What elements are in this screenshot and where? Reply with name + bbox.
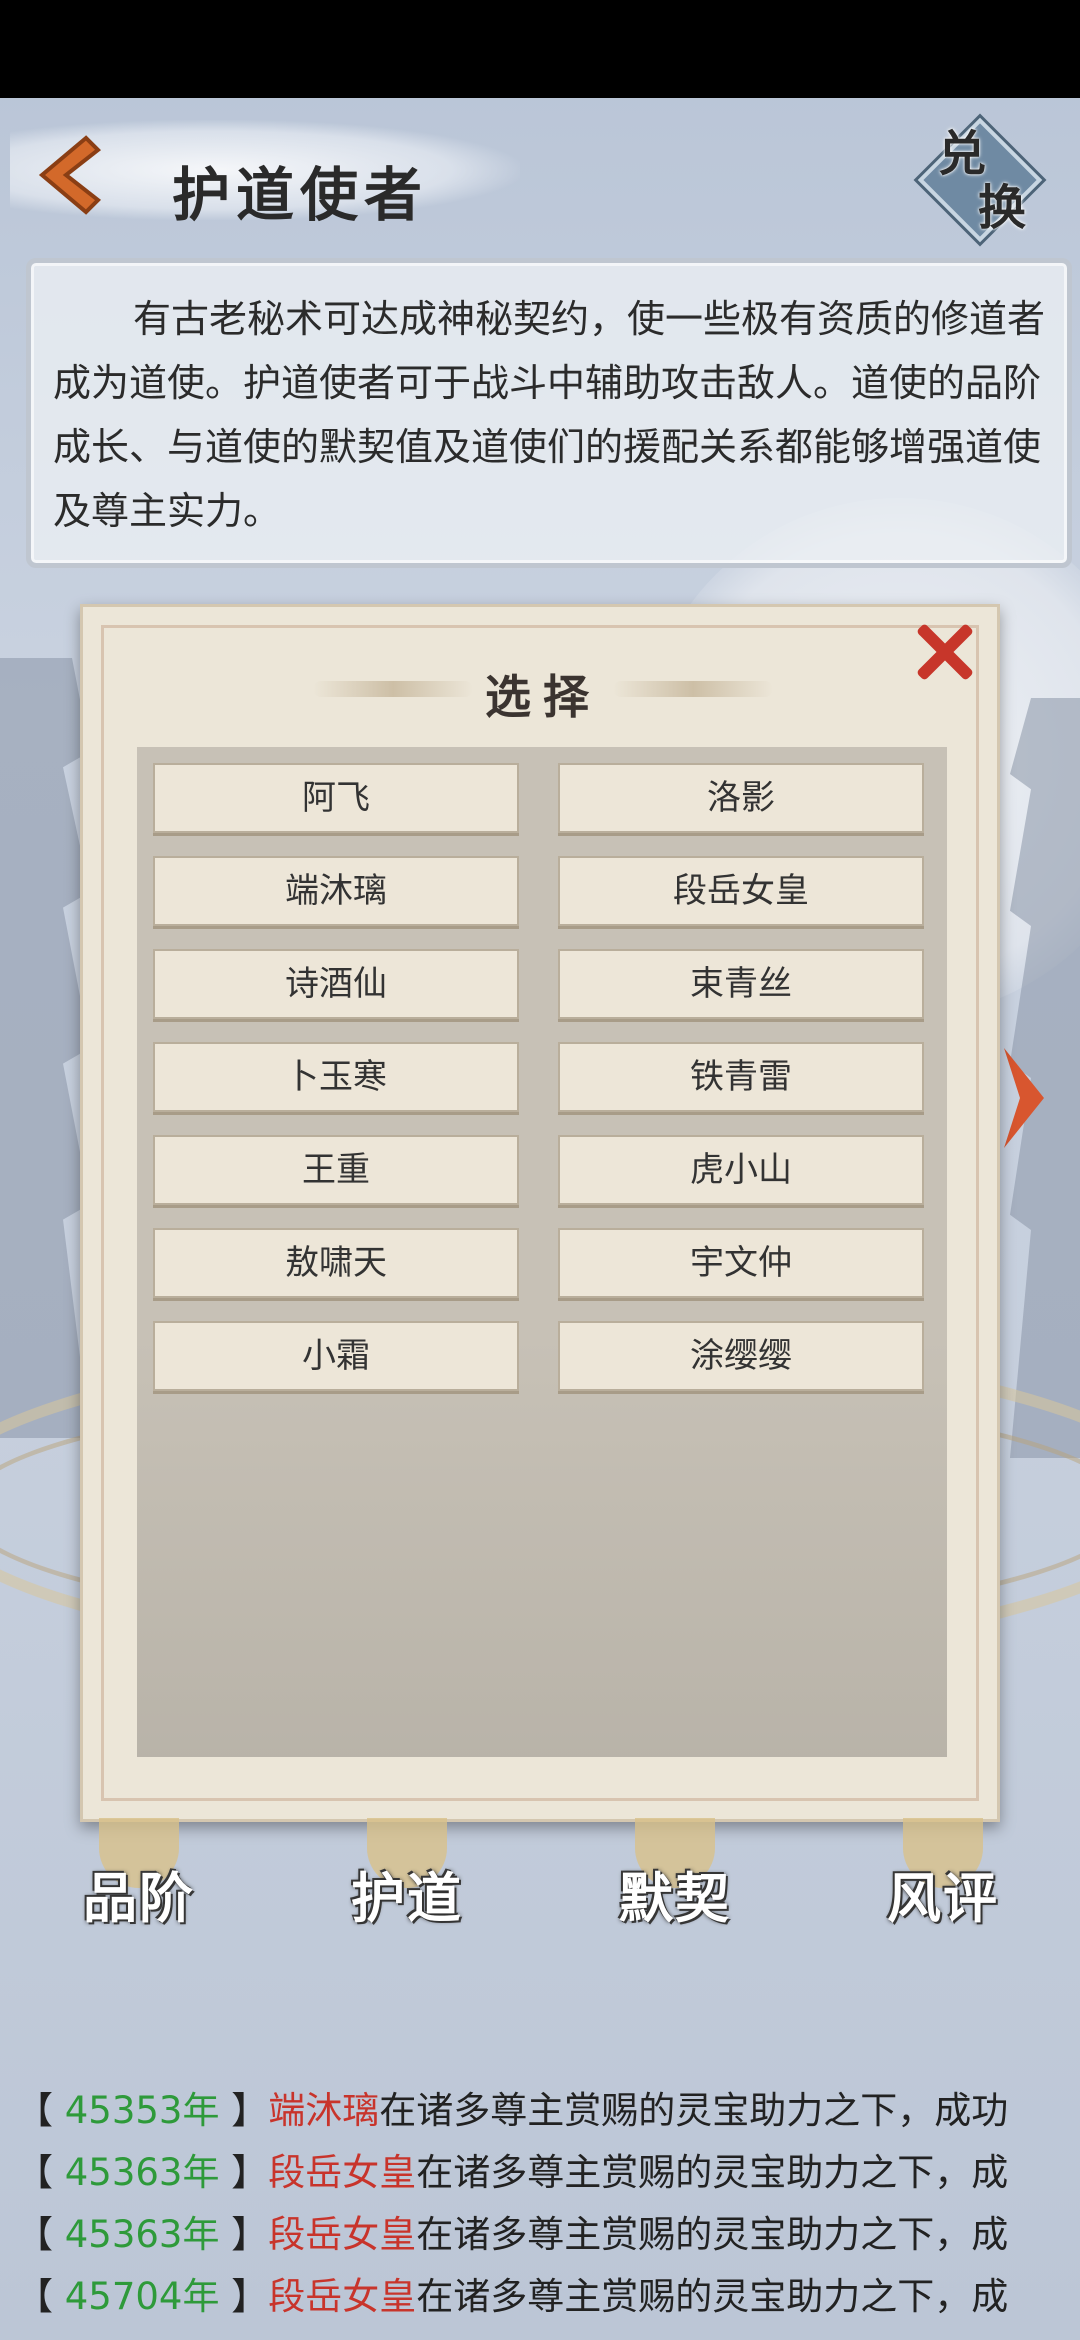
log-text: 在诸多尊主赏赐的灵宝助力之下，成功 [379,2089,1009,2132]
log-text: 在诸多尊主赏赐的灵宝助力之下，成 [416,2275,1009,2318]
nav-moqi-button[interactable]: 默契 [600,1818,750,1938]
option-buyuhan[interactable]: 卜玉寒 [153,1042,519,1112]
nav-fengping-label: 风评 [887,1866,999,1930]
log-text: 在诸多尊主赏赐的灵宝助力之下，成 [416,2151,1009,2194]
log-row: 【 45363年 】段岳女皇在诸多尊主赏赐的灵宝助力之下，成 [16,2213,1009,2256]
option-xiaoshuang[interactable]: 小霜 [153,1321,519,1391]
log-year: 45363年 [64,2213,220,2256]
log-text: 在诸多尊主赏赐的灵宝助力之下，成 [416,2213,1009,2256]
close-button[interactable] [909,617,979,687]
fog-decoration [137,1337,947,1757]
back-button[interactable] [24,130,114,220]
nav-pinjie-label: 品阶 [83,1866,195,1930]
option-list: 阿飞 洛影 端沐璃 段岳女皇 诗酒仙 束青丝 卜玉寒 铁青雷 王重 虎小山 敖啸… [137,747,947,1757]
log-row: 【 45353年 】端沐璃在诸多尊主赏赐的灵宝助力之下，成功 [16,2089,1009,2132]
select-dialog: 选择 阿飞 洛影 端沐璃 段岳女皇 诗酒仙 束青丝 卜玉寒 铁青雷 王重 虎小山… [80,604,1000,1822]
nav-hudao-button[interactable]: 护道 [332,1818,482,1938]
option-aoxiaotian[interactable]: 敖啸天 [153,1228,519,1298]
option-duanyue-nvhuang[interactable]: 段岳女皇 [558,856,924,926]
dialog-header: 选择 [83,651,1003,731]
log-year: 45353年 [64,2089,220,2132]
nav-hudao-label: 护道 [351,1866,463,1930]
description-text: 有古老秘术可达成神秘契约，使一些极有资质的修道者成为道使。护道使者可于战斗中辅助… [53,297,1046,533]
option-duanmuli[interactable]: 端沐璃 [153,856,519,926]
log-year: 45704年 [64,2275,220,2318]
log-row: 【 45704年 】段岳女皇在诸多尊主赏赐的灵宝助力之下，成 [16,2275,1009,2318]
option-shuqingsi[interactable]: 束青丝 [558,949,924,1019]
page-title: 护道使者 [172,161,429,229]
log-name: 端沐璃 [268,2089,380,2132]
option-afei[interactable]: 阿飞 [153,763,519,833]
log-year: 45363年 [64,2151,220,2194]
option-huxiaoshan[interactable]: 虎小山 [558,1135,924,1205]
pagoda-left-decoration [0,658,90,1438]
option-luoying[interactable]: 洛影 [558,763,924,833]
event-log: 【 45353年 】端沐璃在诸多尊主赏赐的灵宝助力之下，成功 【 45363年 … [16,2080,1076,2328]
nav-fengping-button[interactable]: 风评 [868,1818,1018,1938]
description-panel: 有古老秘术可达成神秘契约，使一些极有资质的修道者成为道使。护道使者可于战斗中辅助… [26,258,1072,568]
option-tuyingying[interactable]: 涂缨缨 [558,1321,924,1391]
log-name: 段岳女皇 [268,2275,417,2318]
log-row: 【 45363年 】段岳女皇在诸多尊主赏赐的灵宝助力之下，成 [16,2151,1009,2194]
option-shijiuxian[interactable]: 诗酒仙 [153,949,519,1019]
chevron-left-icon [38,135,102,215]
exchange-button[interactable]: 兑 换 [917,117,1043,243]
status-bar [0,0,1080,98]
dialog-title: 选择 [485,670,601,724]
option-yuwenzhong[interactable]: 宇文仲 [558,1228,924,1298]
option-tieqinglei[interactable]: 铁青雷 [558,1042,924,1112]
nav-moqi-label: 默契 [619,1866,731,1930]
exchange-label-2: 换 [978,180,1027,236]
log-name: 段岳女皇 [268,2151,417,2194]
nav-pinjie-button[interactable]: 品阶 [64,1818,214,1938]
log-name: 段岳女皇 [268,2213,417,2256]
option-wangzhong[interactable]: 王重 [153,1135,519,1205]
